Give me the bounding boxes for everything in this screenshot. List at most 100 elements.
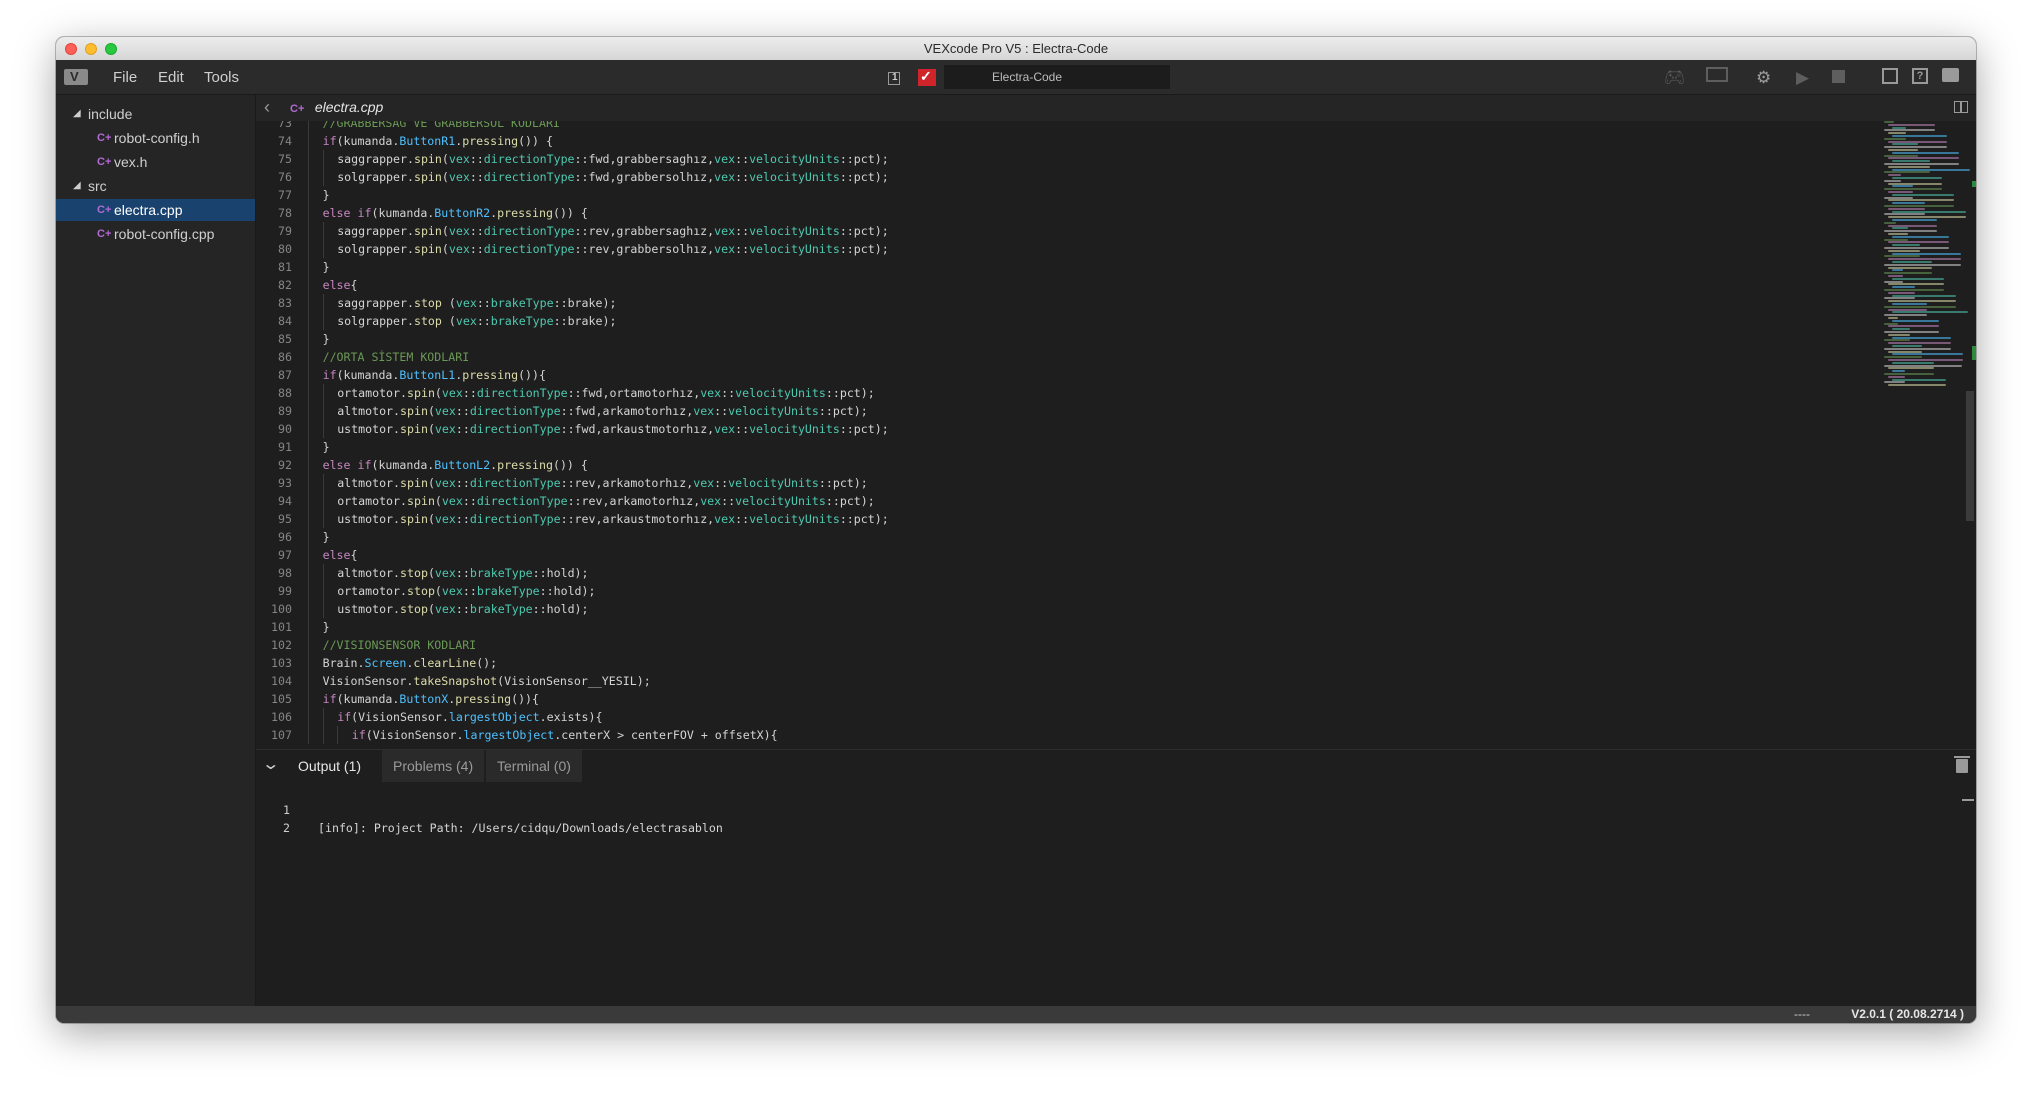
trash-icon[interactable]: [1954, 756, 1970, 773]
chevron-down-icon[interactable]: ⌄: [261, 754, 280, 774]
tree-folder-src[interactable]: ◢ src: [56, 175, 255, 197]
indent-guide: [308, 708, 309, 726]
minimap-line: [1884, 146, 1947, 149]
output-scrollbar[interactable]: [1962, 799, 1974, 801]
line-code: if(kumanda.ButtonX.pressing()){: [322, 692, 540, 706]
code-line: 86 //ORTA SİSTEM KODLARI: [256, 348, 1756, 366]
cpp-file-icon: C+: [97, 132, 112, 144]
line-number: 82: [278, 278, 292, 292]
cpp-file-icon: C+: [97, 228, 112, 240]
line-number: 79: [278, 224, 292, 238]
indent-guide: [308, 600, 309, 618]
project-name-field[interactable]: Electra-Code: [944, 65, 1170, 89]
minimap-line: [1884, 129, 1935, 132]
minimap-line: [1888, 258, 1961, 261]
code-line: 81}: [256, 258, 1756, 276]
minimap-line: [1884, 356, 1922, 359]
indent-guide: [308, 564, 309, 582]
minimap-line: [1884, 247, 1949, 249]
tree-file-electra-cpp[interactable]: C+ electra.cpp: [56, 199, 255, 221]
run-icon[interactable]: ▶︎: [1796, 68, 1809, 88]
tab-output[interactable]: Output (1): [287, 750, 373, 782]
indent-guide: [322, 384, 324, 402]
status-bar: ---- V2.0.1 ( 20.08.2714 ): [56, 1006, 1976, 1023]
line-number: 105: [271, 692, 292, 706]
feedback-icon[interactable]: [1942, 68, 1959, 82]
tree-file-robot-config-h[interactable]: C+ robot-config.h: [56, 127, 255, 149]
editor-tab-bar: ‹ C+ electra.cpp: [256, 95, 1976, 121]
minimap-line: [1884, 230, 1937, 233]
line-code: }: [322, 440, 330, 454]
vex-logo-icon[interactable]: [64, 69, 88, 85]
minimap[interactable]: [1884, 121, 1970, 391]
indent-guide: [308, 168, 309, 186]
line-number: 102: [271, 638, 292, 652]
tree-file-vex-h[interactable]: C+ vex.h: [56, 151, 255, 173]
minimap-line: [1888, 317, 1898, 319]
minimap-line: [1884, 188, 1942, 191]
cpp-file-icon: C+: [290, 103, 305, 115]
indent-guide: [308, 132, 309, 150]
tab-electra-cpp[interactable]: C+ electra.cpp: [280, 95, 395, 121]
indent-guide: [322, 564, 324, 582]
minimap-line: [1884, 196, 1913, 199]
line-number: 73: [278, 121, 292, 130]
minimap-line: [1888, 367, 1934, 370]
line-number: 100: [271, 602, 292, 616]
indent-guide: [308, 474, 309, 492]
minimap-line: [1892, 202, 1925, 205]
vex-brain-icon[interactable]: [918, 68, 936, 86]
chevron-left-icon[interactable]: ‹: [264, 97, 270, 118]
indent-guide: [308, 546, 309, 564]
minimap-line: [1884, 339, 1910, 342]
minimap-line: [1884, 314, 1927, 317]
tab-terminal[interactable]: Terminal (0): [486, 750, 582, 782]
menu-tools[interactable]: Tools: [204, 69, 239, 86]
minimap-line: [1888, 249, 1920, 252]
folder-expanded-icon: ◢: [73, 180, 81, 191]
menu-edit[interactable]: Edit: [158, 69, 184, 86]
indent-guide: [308, 366, 309, 384]
tree-folder-include[interactable]: ◢ include: [56, 103, 255, 125]
device-info-icon[interactable]: [1882, 68, 1898, 84]
help-icon[interactable]: ?: [1912, 68, 1928, 84]
split-editor-icon[interactable]: [1954, 101, 1968, 113]
indent-guide: [308, 348, 309, 366]
minimap-line: [1892, 252, 1961, 255]
tree-file-robot-config-cpp[interactable]: C+ robot-config.cpp: [56, 223, 255, 245]
output-panel[interactable]: 1 [info]: Project Path: /Users/cidqu/Dow…: [256, 782, 1976, 1006]
line-number: 74: [278, 134, 292, 148]
code-line: 75 saggrapper.spin(vex::directionType::fw…: [256, 150, 1756, 168]
line-number: 92: [278, 458, 292, 472]
code-line: 102 //VISIONSENSOR KODLARI: [256, 636, 1756, 654]
build-icon[interactable]: ⚙︎: [1756, 68, 1771, 88]
minimap-line: [1884, 255, 1920, 258]
app-window: VEXcode Pro V5 : Electra-Code File Edit …: [56, 37, 1976, 1023]
screen-icon[interactable]: [1706, 67, 1728, 82]
minimap-line: [1888, 149, 1918, 151]
minimap-line: [1888, 275, 1903, 277]
line-number: 96: [278, 530, 292, 544]
code-editor[interactable]: 73 //GRABBERSAG VE GRABBERSOL KODLARI 74 if…: [256, 121, 1976, 748]
indent-guide: [308, 420, 309, 438]
indent-guide: [308, 312, 309, 330]
slot-icon[interactable]: 1: [886, 68, 904, 86]
indent-guide: [322, 510, 324, 528]
stop-icon[interactable]: [1832, 70, 1845, 83]
code-line: 87 if(kumanda.ButtonL1.pressing()){: [256, 366, 1756, 384]
line-number: 95: [278, 512, 292, 526]
minimap-line: [1892, 336, 1951, 339]
code-line: 99 ortamotor.stop(vex::brakeType::hold);: [256, 582, 1756, 600]
line-code: ustmotor.stop(vex::brakeType::hold);: [337, 602, 589, 616]
minimap-line: [1888, 283, 1944, 286]
line-code: saggrapper.stop (vex::brakeType::brake);: [337, 296, 617, 310]
tab-problems[interactable]: Problems (4): [382, 750, 485, 782]
menu-file[interactable]: File: [113, 69, 137, 86]
minimap-line: [1892, 361, 1934, 364]
minimap-line: [1884, 205, 1954, 207]
tree-item-label: robot-config.cpp: [114, 226, 215, 242]
controller-icon[interactable]: 🎮︎: [1664, 68, 1686, 88]
minimap-line: [1888, 333, 1910, 336]
editor-scrollbar[interactable]: [1966, 391, 1974, 521]
code-line: 93 altmotor.spin(vex::directionType::rev,…: [256, 474, 1756, 492]
